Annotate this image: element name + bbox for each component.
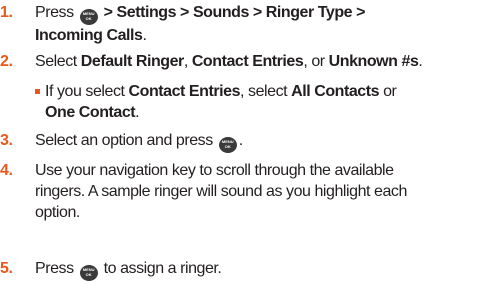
step-word: Select an option and press [35,132,213,149]
step-text: Select an option and press MENU OK. [35,130,486,153]
option-one-contact: One Contact [45,104,136,121]
step-number: 3. [0,132,13,149]
menu-path-end: Incoming Calls [35,27,143,44]
punct: . [135,104,140,121]
step-line: Incoming Calls. [35,25,486,46]
instruction-list: 1. Press MENU OK > Settings > Sounds > Ri… [0,0,490,284]
step-line: One Contact. [45,102,486,123]
step-word: or [383,83,397,100]
step-word: , select [240,83,288,100]
step-line: ringers. A sample ringer will sound as y… [35,183,407,200]
step-line: Use your navigation key to scroll throug… [35,162,394,179]
step-word: Press [35,4,74,21]
option-contact-entries: Contact Entries [191,53,304,70]
step-word: to assign a ringer. [103,260,222,277]
step-word: Select [35,53,77,70]
subitem-text: If you select Contact Entries, select Al… [45,81,486,123]
punct: , or [303,53,325,70]
step-line: option. [35,204,80,221]
step-line: Press MENU OK > Settings > Sounds > Ringe… [35,2,486,25]
menu-ok-key-icon: MENU OK [79,9,98,25]
step-word: If you select [45,83,125,100]
option-contact-entries: Contact Entries [128,83,241,100]
bullet-icon [35,89,40,94]
step-text: Press MENU OK to assign a ringer. [35,258,486,281]
step-number: 4. [0,162,13,179]
option-all-contacts: All Contacts [291,83,380,100]
step-text: Use your navigation key to scroll throug… [35,160,486,223]
step-line: If you select Contact Entries, select Al… [45,81,486,102]
step-number: 5. [0,260,13,277]
step-number: 2. [0,53,13,70]
punct: . [238,132,243,149]
punct: , [183,53,188,70]
punct: . [142,27,147,44]
option-default-ringer: Default Ringer [80,53,184,70]
step-number: 1. [0,4,13,21]
punct: . [418,53,423,70]
menu-ok-key-icon: MENU OK [79,265,98,281]
step-text: Select Default Ringer, Contact Entries, … [35,51,486,72]
step-word: Press [35,260,74,277]
option-unknown: Unknown #s [328,53,419,70]
step-text: Press MENU OK > Settings > Sounds > Ringe… [35,2,486,46]
menu-path: > Settings > Sounds > Ringer Type > [103,4,366,21]
menu-ok-key-icon: MENU OK [218,137,237,153]
